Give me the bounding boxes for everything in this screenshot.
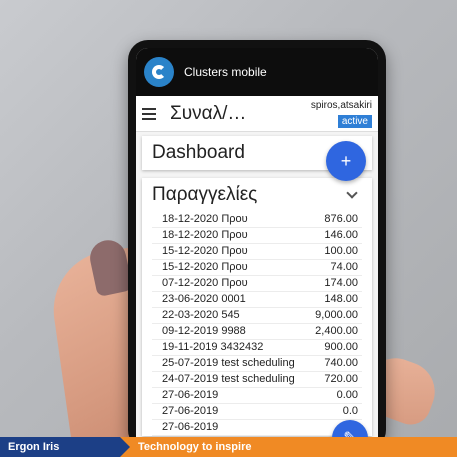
orders-header[interactable]: Παραγγελίες (152, 184, 362, 212)
table-row[interactable]: 27-06-2019 0.00 (152, 387, 362, 404)
order-description: 15-12-2020 Πρου (152, 243, 308, 260)
order-amount: 74.00 (307, 259, 362, 276)
table-row[interactable]: 27-06-20190. (152, 419, 362, 436)
banner-tagline: Technology to inspire (120, 437, 457, 457)
status-badge: active (337, 115, 372, 128)
order-amount: 148.00 (307, 291, 362, 308)
user-name: spiros,atsakiri (310, 100, 372, 111)
table-row[interactable]: 09-12-2019 9988 2,400.00 (152, 323, 362, 340)
order-description: 27-06-2019 (152, 403, 308, 420)
order-description: 27-06-2019 (152, 387, 308, 404)
order-amount: 9,000.00 (307, 307, 362, 324)
add-button[interactable]: + (326, 141, 366, 181)
app-title: Clusters mobile (184, 65, 267, 79)
toolbar: Συναλ/… spiros,atsakiri active (136, 96, 378, 132)
table-row[interactable]: 07-12-2020 Πρου 174.00 (152, 275, 362, 292)
order-description: 18-12-2020 Πρου (152, 212, 308, 228)
table-row[interactable]: 24-07-2019 test scheduling 720.00 (152, 371, 362, 388)
order-amount: 0.0 (307, 403, 362, 420)
order-amount: 100.00 (307, 243, 362, 260)
table-row[interactable]: 18-12-2020 Πρου 876.00 (152, 212, 362, 228)
banner-brand: Ergon Iris (0, 437, 130, 457)
order-amount: 740.00 (307, 355, 362, 372)
user-info: spiros,atsakiri active (311, 100, 372, 129)
orders-title: Παραγγελίες (152, 184, 258, 205)
table-row[interactable]: 27-06-2019 0.0 (152, 403, 362, 420)
hamburger-menu-icon[interactable] (142, 107, 156, 120)
banner-tagline-text: Technology to inspire (138, 441, 252, 453)
order-amount: 876.00 (307, 212, 362, 228)
orders-table: 18-12-2020 Πρου 876.00 18-12-2020 Πρου 146.… (152, 212, 362, 436)
order-amount: 174.00 (307, 275, 362, 292)
order-description: 24-07-2019 test scheduling (152, 371, 308, 388)
phone-screen: Clusters mobile Συναλ/… spiros,atsakiri … (136, 48, 378, 448)
order-description: 09-12-2019 9988 (152, 323, 308, 340)
table-row[interactable]: 19-11-2019 3432432 900.00 (152, 339, 362, 356)
order-amount: 2,400.00 (307, 323, 362, 340)
order-amount: 0.00 (307, 387, 362, 404)
plus-icon: + (340, 150, 352, 171)
banner-brand-text: Ergon Iris (8, 441, 60, 453)
table-row[interactable]: 25-07-2019 test scheduling 740.00 (152, 355, 362, 372)
table-row[interactable]: 18-12-2020 Πρου 146.00 (152, 227, 362, 244)
app-logo-icon (144, 57, 174, 87)
order-amount: 146.00 (307, 227, 362, 244)
app-header: Clusters mobile (136, 48, 378, 96)
order-description: 15-12-2020 Πρου (152, 259, 308, 276)
order-description: 23-06-2020 0001 (152, 291, 308, 308)
banner-arrow-icon (120, 437, 130, 457)
chevron-down-icon[interactable] (346, 187, 358, 199)
dashboard-title: Dashboard (152, 142, 245, 163)
table-row[interactable]: 22-03-2020 545 9,000.00 (152, 307, 362, 324)
order-description: 25-07-2019 test scheduling (152, 355, 308, 372)
order-description: 27-06-2019 (152, 419, 308, 436)
page-title: Συναλ/… (170, 102, 247, 124)
table-row[interactable]: 15-12-2020 Πρου 100.00 (152, 243, 362, 260)
order-amount: 900.00 (307, 339, 362, 356)
phone-device: Clusters mobile Συναλ/… spiros,atsakiri … (128, 40, 386, 450)
order-description: 07-12-2020 Πρου (152, 275, 308, 292)
orders-card: Παραγγελίες 18-12-2020 Πρου 876.00 18-12-2… (142, 178, 372, 436)
table-row[interactable]: 23-06-2020 0001 148.00 (152, 291, 362, 308)
order-description: 22-03-2020 545 (152, 307, 308, 324)
brand-banner: Ergon Iris Technology to inspire (0, 437, 457, 457)
order-amount: 720.00 (307, 371, 362, 388)
order-description: 19-11-2019 3432432 (152, 339, 308, 356)
table-row[interactable]: 15-12-2020 Πρου 74.00 (152, 259, 362, 276)
order-description: 18-12-2020 Πρου (152, 227, 308, 244)
photo-scene: Clusters mobile Συναλ/… spiros,atsakiri … (0, 0, 457, 457)
